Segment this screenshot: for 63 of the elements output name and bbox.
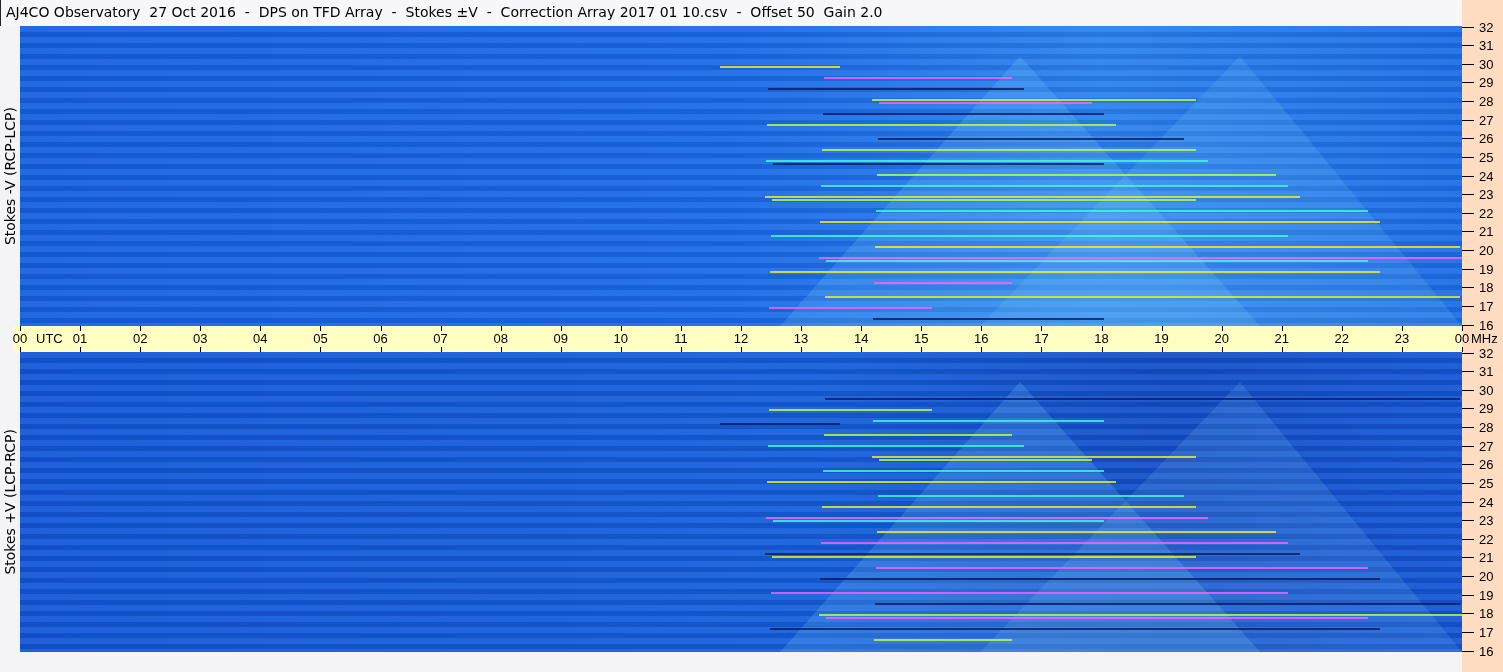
frequency-tick-label: 32 [1479, 345, 1494, 361]
frequency-tick-label: 25 [1479, 149, 1494, 165]
frequency-tick-label: 26 [1479, 457, 1494, 473]
frequency-tick-label: 21 [1479, 224, 1494, 240]
frequency-unit-label: MHz [1471, 331, 1498, 346]
frequency-tick-label: 24 [1479, 494, 1494, 510]
frequency-tick-label: 18 [1479, 280, 1494, 296]
time-tick-label: 12 [733, 331, 749, 346]
frequency-tick-label: 22 [1479, 531, 1494, 547]
frequency-tick-label: 20 [1479, 569, 1494, 584]
time-tick-label: 01 [72, 331, 88, 346]
frequency-tick-label: 17 [1479, 624, 1494, 640]
time-tick-label: 19 [1154, 331, 1169, 346]
time-tick-label: 22 [1334, 331, 1350, 346]
time-tick-label: 05 [313, 331, 328, 346]
time-tick-label: 14 [853, 331, 869, 346]
frequency-tick-label: 19 [1479, 587, 1494, 603]
time-tick-label: 02 [132, 331, 148, 346]
frequency-tick-label: 18 [1479, 606, 1494, 622]
time-tick-label: 21 [1274, 331, 1289, 346]
time-tick-label: 08 [493, 331, 508, 346]
frequency-tick-label: 25 [1479, 475, 1494, 491]
frequency-tick-label: 29 [1479, 75, 1494, 91]
time-tick-label: 16 [974, 331, 989, 346]
frequency-tick-label: 23 [1479, 187, 1494, 203]
time-tick-label: 04 [253, 331, 268, 346]
time-tick-label: 11 [674, 331, 688, 346]
frequency-tick-label: 30 [1479, 56, 1494, 72]
time-unit-label: UTC [36, 331, 63, 346]
frequency-tick-label: 32 [1479, 19, 1494, 35]
time-tick-label: 09 [553, 331, 568, 346]
frequency-tick-label: 30 [1479, 382, 1494, 398]
time-tick-label: 07 [433, 331, 448, 346]
frequency-tick-label: 27 [1479, 112, 1494, 128]
frequency-tick-label: 28 [1479, 94, 1494, 109]
frequency-tick-label: 24 [1479, 168, 1494, 184]
time-tick-label: 00 [1454, 331, 1470, 346]
frequency-tick-label: 22 [1479, 205, 1494, 221]
frequency-tick-label: 31 [1479, 38, 1494, 54]
time-tick-label: 20 [1214, 331, 1229, 346]
frequency-tick-label: 29 [1479, 401, 1494, 417]
frequency-tick-label: 17 [1479, 298, 1494, 314]
panel-label: Stokes +V (LCP-RCP) [2, 429, 18, 575]
frequency-tick-label: 28 [1479, 420, 1494, 435]
time-tick-label: 03 [193, 331, 208, 346]
time-tick-label: 23 [1394, 331, 1410, 346]
frequency-tick-label: 20 [1479, 243, 1494, 258]
frequency-tick-label: 23 [1479, 513, 1494, 529]
frequency-tick-label: 21 [1479, 550, 1494, 566]
time-tick-label: 18 [1094, 331, 1109, 346]
time-tick-label: 06 [373, 331, 388, 346]
time-tick-label: 13 [793, 331, 809, 346]
frequency-tick-label: 26 [1479, 131, 1494, 147]
time-tick-label: 00 [12, 331, 28, 346]
time-tick-label: 10 [613, 331, 629, 346]
frequency-tick-label: 27 [1479, 438, 1494, 454]
frequency-tick-label: 19 [1479, 261, 1494, 277]
frequency-tick-label: 16 [1479, 643, 1494, 659]
panel-label: Stokes -V (RCP-LCP) [2, 106, 18, 246]
frequency-tick-label: 16 [1479, 317, 1494, 333]
time-tick-label: 15 [914, 331, 929, 346]
frequency-tick-label: 31 [1479, 364, 1494, 380]
time-tick-label: 17 [1034, 331, 1049, 346]
